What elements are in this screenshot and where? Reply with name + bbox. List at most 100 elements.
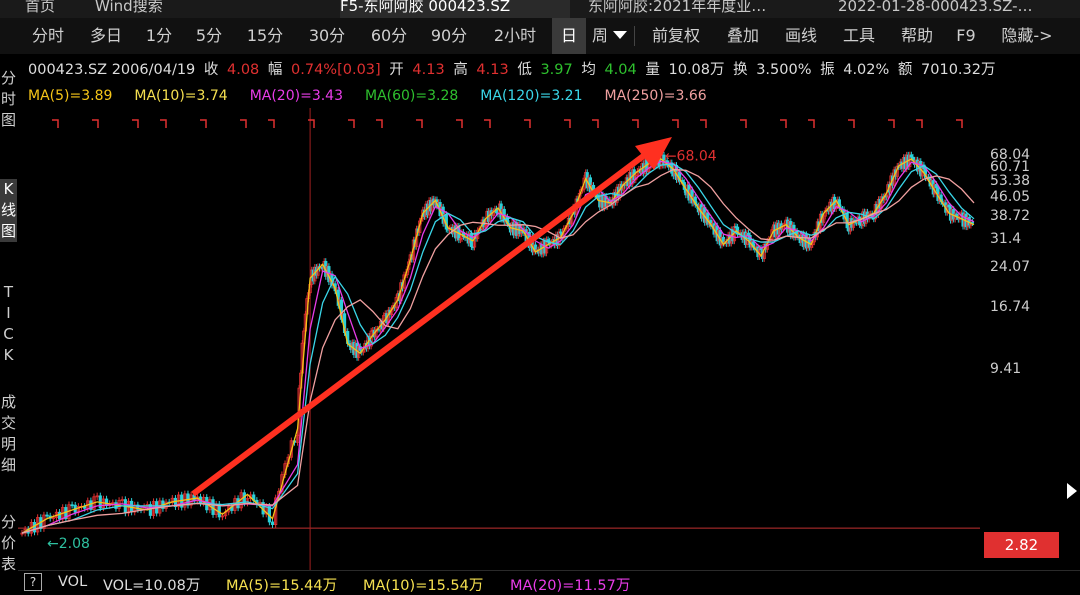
- quote-bar: 000423.SZ 2006/04/19 收 4.08 幅 0.74%[0.03…: [28, 58, 999, 80]
- period-button-7[interactable]: 90分: [420, 18, 478, 54]
- ma-legend: MA(5)=3.89 MA(10)=3.74 MA(20)=3.43 MA(60)=3…: [28, 88, 729, 108]
- period-button-8[interactable]: 2小时: [481, 18, 549, 54]
- price-tick-7: 16.74: [990, 298, 1031, 315]
- period-button-3[interactable]: 5分: [184, 18, 234, 54]
- tool-button-5[interactable]: F9: [948, 18, 984, 54]
- top-tab-0[interactable]: 首页: [25, 0, 85, 18]
- signal-marker: [160, 119, 167, 128]
- price-tick-4: 38.72: [990, 207, 1031, 224]
- vol-title: VOL: [58, 574, 88, 590]
- signal-marker: [592, 119, 599, 128]
- price-tick-6: 24.07: [990, 259, 1031, 276]
- low-annotation: ←2.08: [47, 536, 90, 552]
- signal-marker: [92, 119, 99, 128]
- signal-marker: [700, 119, 707, 128]
- period-button-1[interactable]: 多日: [78, 18, 134, 54]
- left-rail: 分时图 K线图 TICK 成交明细分价表: [0, 54, 17, 592]
- signal-marker: [348, 119, 355, 128]
- signal-marker: [564, 119, 571, 128]
- signal-marker: [632, 119, 639, 128]
- help-icon[interactable]: ?: [24, 573, 42, 591]
- close-value: 4.08: [227, 62, 260, 78]
- tool-button-4[interactable]: 帮助: [892, 18, 942, 54]
- signal-marker: [200, 119, 207, 128]
- price-tick-8: 9.41: [990, 361, 1022, 378]
- last-price-badge: 2.82: [984, 532, 1059, 558]
- rail-item-3[interactable]: 成交明细: [0, 392, 17, 476]
- avg-value: 4.04: [604, 62, 637, 78]
- rail-item-2[interactable]: TICK: [0, 282, 17, 366]
- high-label: 高: [453, 62, 468, 78]
- high-annotation: ←68.04: [665, 149, 717, 165]
- price-axis: 68.04 60.71 53.38 46.05 38.72 31.4 24.07 16.74 9…: [980, 108, 1060, 570]
- kline-plot[interactable]: ←68.04 ←2.08: [18, 108, 980, 570]
- period-button-5[interactable]: 30分: [297, 18, 357, 54]
- ma60-line: [21, 168, 975, 534]
- turn-value: 3.500%: [756, 62, 812, 78]
- top-tab-1[interactable]: Wind搜索: [95, 0, 205, 18]
- ma-label-1: MA(10)=3.74: [134, 88, 228, 104]
- signal-marker: [376, 119, 383, 128]
- open-label: 开: [389, 62, 404, 78]
- swing-label: 振: [820, 62, 835, 78]
- signal-marker: [52, 119, 59, 128]
- top-tab-3[interactable]: 东阿阿胶:2021年年度业…: [588, 0, 818, 18]
- avg-label: 均: [581, 62, 596, 78]
- period-button-9[interactable]: 日: [552, 18, 586, 54]
- expand-arrow-icon[interactable]: [1063, 480, 1080, 502]
- signal-marker: [268, 119, 275, 128]
- amount-value: 7010.32万: [921, 62, 996, 78]
- period-button-6[interactable]: 60分: [359, 18, 419, 54]
- signal-marker: [132, 119, 139, 128]
- trend-arrow-line: [191, 145, 656, 497]
- ma-label-2: MA(20)=3.43: [249, 88, 343, 104]
- top-tab-2[interactable]: F5-东阿阿胶 000423.SZ: [340, 0, 570, 18]
- rail-item-1[interactable]: K线图: [0, 179, 17, 242]
- candle-body: [57, 511, 62, 520]
- top-tab-4[interactable]: 2022-01-28-000423.SZ-…: [838, 0, 1068, 18]
- ma-label-0: MA(5)=3.89: [28, 88, 113, 104]
- toolbar-divider: [634, 26, 635, 46]
- candle-body: [70, 504, 74, 507]
- tool-button-3[interactable]: 工具: [834, 18, 884, 54]
- low-label: 低: [517, 62, 532, 78]
- vol-label: 量: [645, 62, 660, 78]
- tool-button-1[interactable]: 叠加: [718, 18, 768, 54]
- rail-item-0[interactable]: 分时图: [0, 68, 17, 131]
- candle-body: [270, 521, 275, 525]
- signal-marker: [916, 119, 923, 128]
- signal-marker: [848, 119, 855, 128]
- high-value: 4.13: [476, 62, 509, 78]
- signal-marker: [524, 119, 531, 128]
- open-value: 4.13: [412, 62, 445, 78]
- signal-marker: [956, 119, 963, 128]
- quote-code-date: 000423.SZ 2006/04/19: [28, 62, 196, 78]
- period-button-2[interactable]: 1分: [136, 18, 182, 54]
- price-tick-2: 53.38: [990, 172, 1031, 189]
- candle-body: [45, 514, 49, 517]
- ma-label-5: MA(250)=3.66: [604, 88, 707, 104]
- signal-marker: [416, 119, 423, 128]
- signal-marker: [808, 119, 815, 128]
- signal-marker: [740, 119, 747, 128]
- tool-button-0[interactable]: 前复权: [644, 18, 708, 54]
- turn-label: 换: [733, 62, 748, 78]
- period-button-0[interactable]: 分时: [20, 18, 76, 54]
- ma20-line: [21, 163, 975, 534]
- signal-marker: [240, 119, 247, 128]
- volume-indicator-bar: ? VOL VOL=10.08万 MA(5)=15.44万 MA(10)=15.54…: [18, 570, 1080, 594]
- amp-label: 幅: [267, 62, 283, 78]
- amount-label: 额: [897, 62, 913, 78]
- signal-marker: [888, 119, 895, 128]
- amp-value: 0.74%[0.03]: [291, 62, 381, 78]
- signal-marker: [484, 119, 491, 128]
- rail-item-4[interactable]: 分价表: [0, 512, 17, 575]
- tool-button-6[interactable]: 隐藏->: [994, 18, 1060, 54]
- period-button-10[interactable]: 周: [592, 18, 606, 54]
- signal-marker: [456, 119, 463, 128]
- period-toolbar: 分时 多日 1分 5分 15分 30分 60分 90分 2小时日周 前复权 叠加 画线 工具 帮助 F9 隐藏…: [0, 18, 1080, 54]
- period-button-4[interactable]: 15分: [236, 18, 294, 54]
- period-dropdown-icon[interactable]: [610, 18, 630, 54]
- tool-button-2[interactable]: 画线: [776, 18, 826, 54]
- price-tick-3: 46.05: [990, 188, 1031, 205]
